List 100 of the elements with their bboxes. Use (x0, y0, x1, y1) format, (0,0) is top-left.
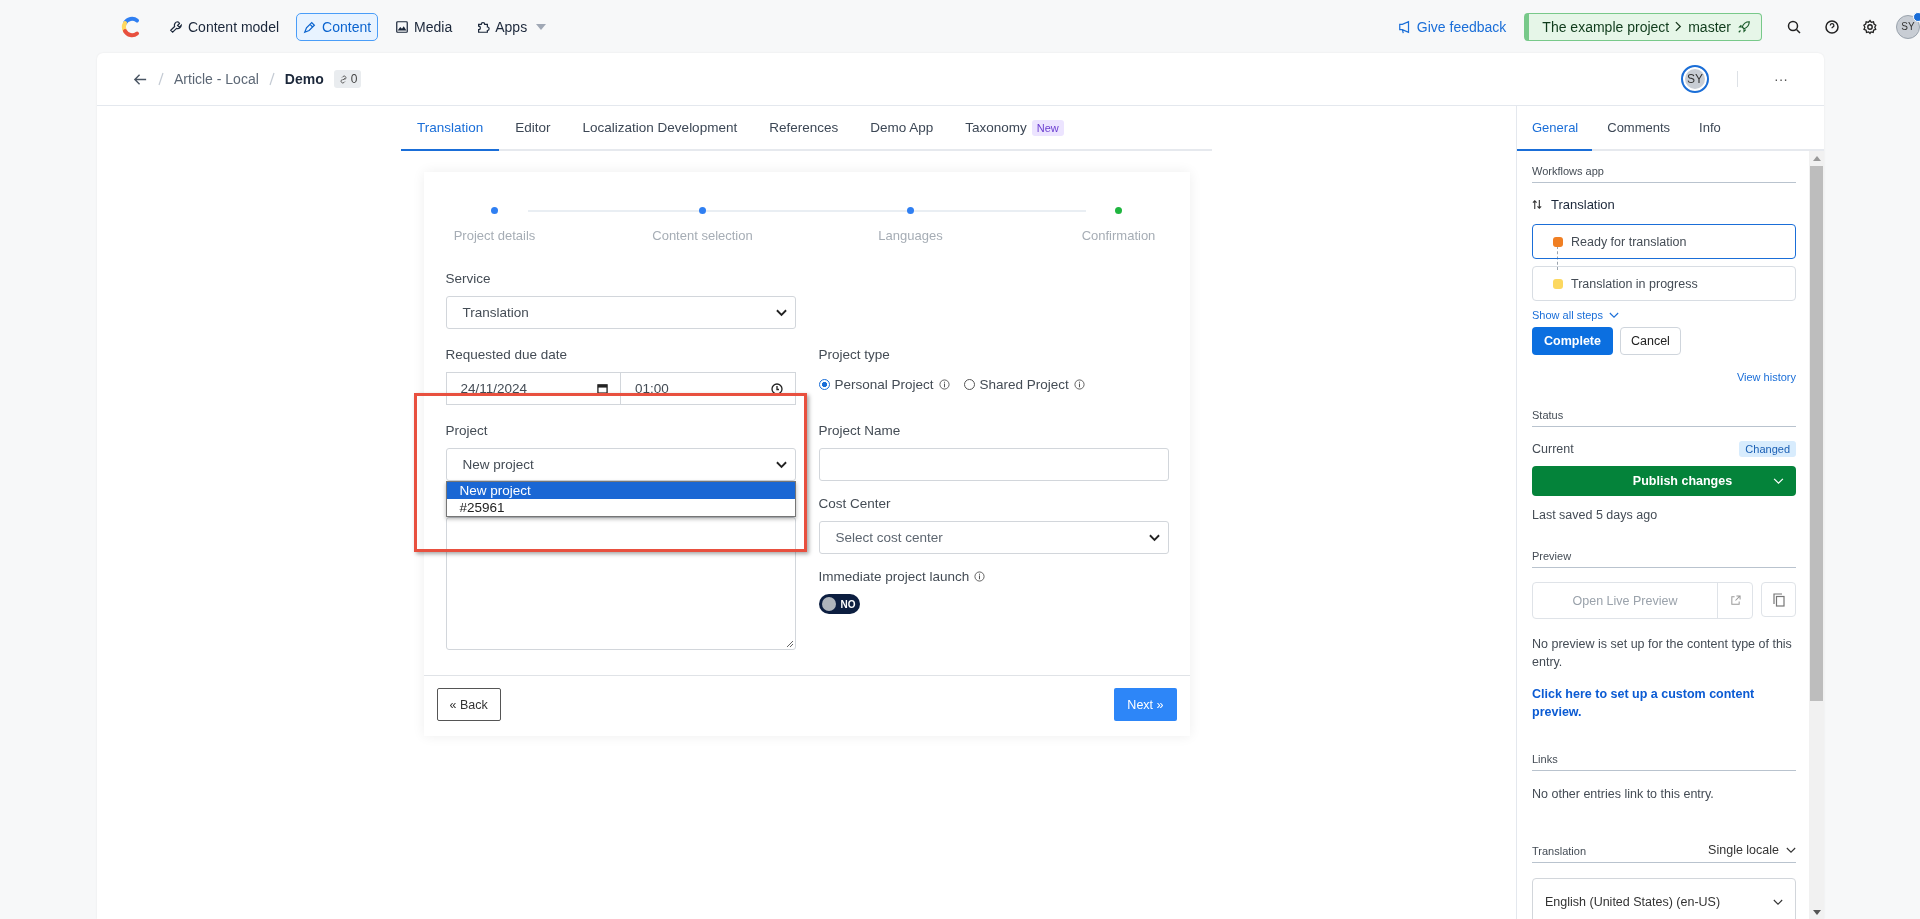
project-select[interactable]: New project (445, 448, 796, 481)
option-label: Shared Project (979, 377, 1069, 392)
setup-preview-link[interactable]: Click here to set up a custom content preview. (1532, 685, 1796, 721)
nav-item[interactable]: Content model (162, 12, 287, 41)
nav-item[interactable]: Content (296, 12, 379, 41)
complete-button[interactable]: Complete (1532, 327, 1613, 355)
section-heading: Translation (1532, 845, 1586, 857)
tab[interactable]: Editor (499, 106, 567, 151)
help-icon[interactable] (1824, 18, 1840, 35)
step-label: Ready for translation (1571, 234, 1687, 249)
copy-icon (1772, 592, 1785, 607)
show-all-link[interactable]: Show all steps (1532, 309, 1796, 321)
tab[interactable]: Taxonomy New (949, 106, 1080, 151)
current-label: Current (1532, 442, 1574, 456)
tab[interactable]: Translation (401, 106, 500, 151)
step-label: Confirmation (1081, 228, 1156, 243)
cost-center-select[interactable]: Select cost center (818, 521, 1169, 554)
chevron-down-icon (1608, 311, 1619, 319)
breadcrumb-item[interactable]: Article - Local (174, 71, 259, 87)
field-label: Service (445, 271, 492, 286)
settings-icon[interactable] (1862, 18, 1878, 35)
radio-option[interactable]: Personal Project (818, 377, 950, 392)
megaphone-icon (1397, 19, 1412, 34)
field-label: Cost Center (818, 496, 892, 511)
nav-item[interactable]: Media (388, 12, 460, 41)
field-label: Requested due date (445, 347, 569, 362)
resize-grip-icon[interactable] (785, 640, 794, 648)
radio-option[interactable]: Shared Project (963, 377, 1085, 392)
external-link-icon (1729, 595, 1741, 606)
tab[interactable]: Info (1684, 106, 1735, 151)
publish-button[interactable]: Publish changes (1532, 466, 1796, 496)
radio-button[interactable] (818, 379, 830, 390)
time-field[interactable]: 01:00 (621, 372, 796, 405)
field-label: Project type (818, 347, 891, 362)
chevron-down-icon (1786, 846, 1796, 854)
calendar-icon (597, 383, 608, 394)
date-field[interactable]: 24/11/2024 (445, 372, 621, 405)
rocket-icon (1737, 19, 1751, 34)
links-note: No other entries link to this entry. (1532, 786, 1715, 803)
environment-badge[interactable]: The example project master (1524, 12, 1762, 41)
info-icon[interactable] (974, 571, 986, 582)
project-name: The example project (1542, 18, 1670, 35)
cancel-button[interactable]: Cancel (1619, 327, 1681, 355)
option-label: Personal Project (834, 377, 934, 392)
chevron-down-icon (1148, 533, 1160, 542)
scroll-down-icon[interactable] (1812, 910, 1821, 915)
view-history-link[interactable]: View history (1736, 371, 1796, 383)
tab[interactable]: Demo App (854, 106, 950, 151)
links-badge[interactable]: 0 (333, 70, 362, 88)
dropdown-option[interactable]: #25961 (446, 499, 795, 516)
text-area[interactable] (445, 517, 796, 650)
tab[interactable]: Localization Development (566, 106, 754, 151)
field-label: Project Name (818, 423, 902, 438)
workflow-name: Translation (1551, 197, 1615, 212)
search-icon[interactable] (1786, 18, 1802, 35)
section-heading: Preview (1532, 550, 1796, 568)
tab[interactable]: References (753, 106, 855, 151)
feedback-link[interactable]: Give feedback (1397, 18, 1507, 35)
more-button[interactable]: ··· (1766, 67, 1796, 91)
puzzle-icon (476, 19, 491, 34)
chevron-down-icon (775, 460, 787, 469)
nav-item[interactable]: Apps (469, 12, 554, 41)
workflow-step[interactable]: Ready for translation (1532, 224, 1796, 259)
step-label: Project details (453, 228, 536, 243)
chevron-right-icon (1675, 21, 1683, 32)
user-avatar[interactable]: SY (1896, 14, 1920, 39)
project-name-field[interactable] (818, 448, 1169, 481)
step-label: Languages (878, 228, 943, 243)
tab[interactable]: Comments (1592, 106, 1685, 151)
preview-note: No preview is set up for the content type of this entry. (1532, 636, 1793, 671)
locale-mode-dropdown[interactable]: Single locale (1708, 843, 1796, 857)
user-avatar[interactable]: SY (1681, 65, 1709, 93)
chevron-down-icon (1773, 477, 1784, 485)
locale-select[interactable]: English (United States) (en-US) (1532, 878, 1796, 919)
link-icon (337, 73, 349, 85)
toggle-switch[interactable]: NO (818, 594, 860, 614)
step-label: Content selection (652, 228, 753, 243)
arrows-icon (1532, 199, 1543, 210)
image-icon (395, 19, 410, 34)
field-label: Project (445, 423, 489, 438)
scrollbar[interactable] (1809, 151, 1824, 919)
clock-icon (770, 382, 783, 395)
section-heading: Links (1532, 753, 1796, 771)
workflow-step[interactable]: Translation in progress (1532, 266, 1796, 301)
chevron-down-icon (775, 308, 787, 317)
field-label: Immediate project launch (818, 569, 970, 584)
info-icon[interactable] (938, 379, 950, 390)
pen-icon (303, 19, 318, 34)
scroll-up-icon[interactable] (1812, 156, 1821, 161)
back-button[interactable]: « Back (436, 688, 501, 721)
chevron-down-icon (1773, 898, 1783, 906)
section-heading: Workflows app (1532, 165, 1796, 183)
branch-name: master (1688, 18, 1731, 35)
service-select[interactable]: Translation (445, 296, 796, 329)
breadcrumb-separator (158, 72, 164, 86)
info-icon[interactable] (1073, 379, 1085, 390)
next-button[interactable]: Next » (1114, 688, 1177, 721)
tab[interactable]: General (1517, 106, 1593, 151)
wrench-icon (169, 19, 183, 34)
dropdown-option[interactable]: New project (446, 482, 795, 499)
